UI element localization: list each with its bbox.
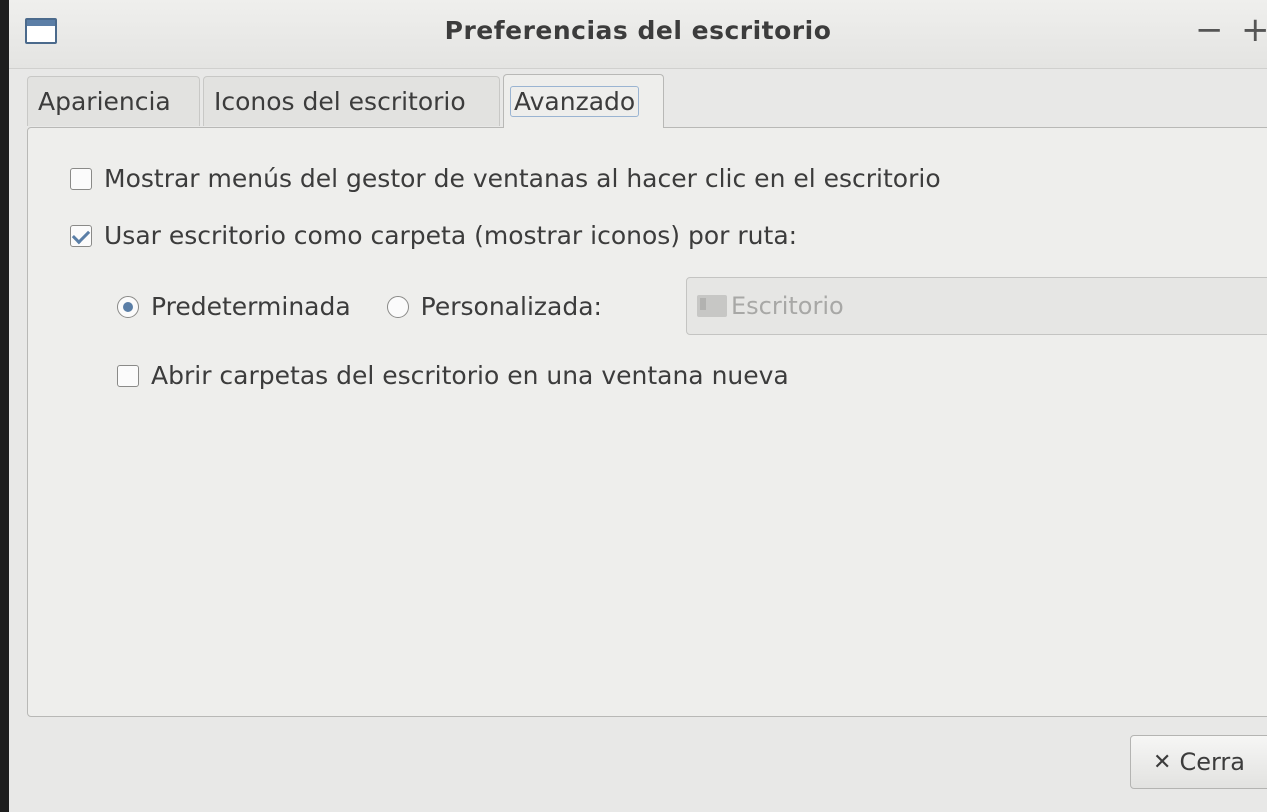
tab-iconos-del-escritorio[interactable]: Iconos del escritorio [203,76,500,126]
close-button[interactable]: ✕ Cerra [1130,735,1267,789]
path-default-label: Predeterminada [151,292,351,321]
path-choice-row: Predeterminada Personalizada: [117,292,602,321]
tab-avanzado[interactable]: Avanzado [503,74,664,128]
minimize-button[interactable]: − [1195,10,1224,50]
maximize-button[interactable]: + [1241,10,1267,50]
open-new-window-label: Abrir carpetas del escritorio en una ven… [151,361,789,390]
folder-chooser[interactable]: Escritorio ▴▾ [686,277,1267,335]
preferences-window: Preferencias del escritorio − + Aparienc… [0,0,1267,812]
tab-apariencia[interactable]: Apariencia [27,76,200,126]
folder-icon [697,295,727,317]
show-wm-menu-option[interactable]: Mostrar menús del gestor de ventanas al … [70,164,941,193]
tab-avanzado-label: Avanzado [510,86,640,117]
advanced-panel: Mostrar menús del gestor de ventanas al … [27,127,1267,717]
use-desktop-folder-option[interactable]: Usar escritorio como carpeta (mostrar ic… [70,221,797,250]
open-new-window-option[interactable]: Abrir carpetas del escritorio en una ven… [117,361,789,390]
use-desktop-folder-checkbox[interactable] [70,224,92,247]
path-custom-radio[interactable] [386,295,409,318]
show-wm-menu-label: Mostrar menús del gestor de ventanas al … [104,164,941,193]
close-button-label: Cerra [1179,748,1245,776]
folder-chooser-value: Escritorio [731,292,844,320]
window-title: Preferencias del escritorio [444,16,832,45]
path-default-radio[interactable] [117,295,139,318]
path-custom-label: Personalizada: [420,292,602,321]
title-bar[interactable]: Preferencias del escritorio − + [9,0,1267,69]
show-wm-menu-checkbox[interactable] [70,167,92,190]
open-new-window-checkbox[interactable] [117,364,139,387]
use-desktop-folder-label: Usar escritorio como carpeta (mostrar ic… [104,221,798,250]
close-icon: ✕ [1153,749,1172,775]
